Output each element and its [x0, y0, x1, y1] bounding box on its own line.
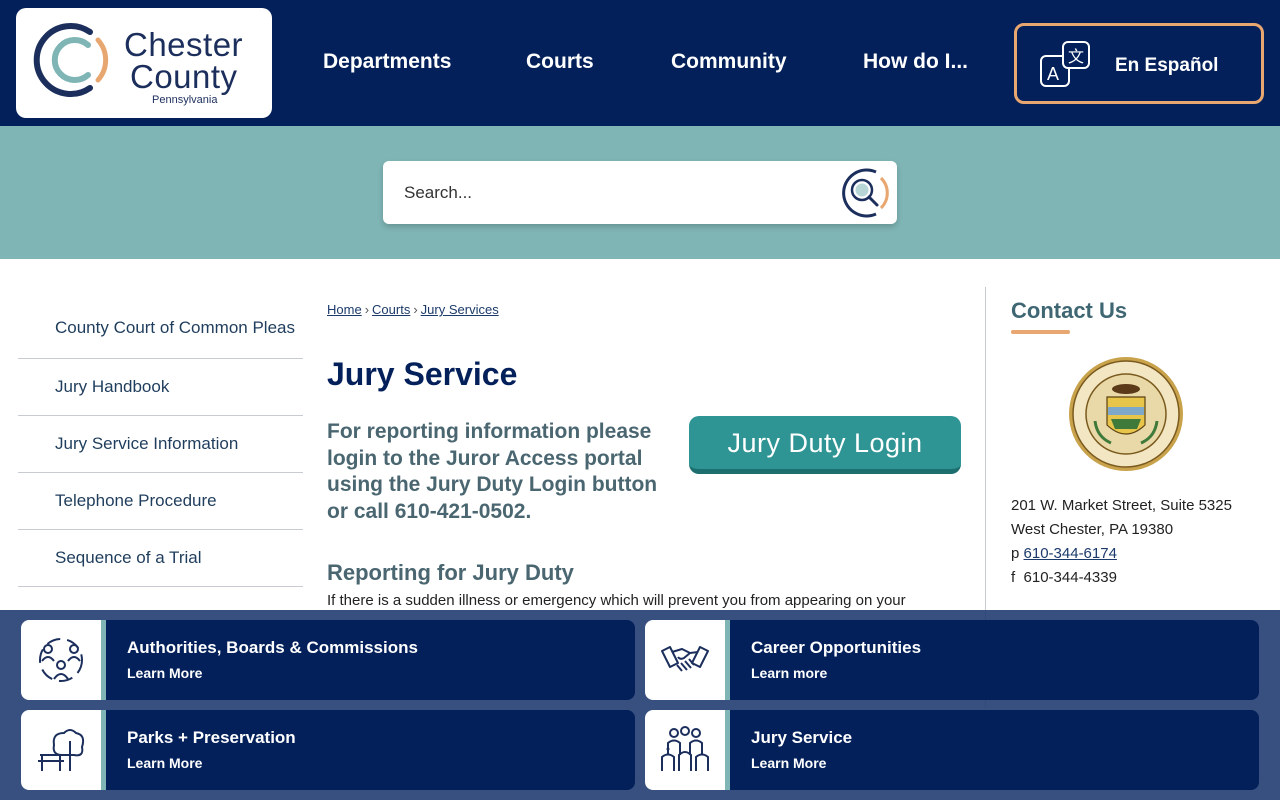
card-accent — [101, 620, 106, 700]
phone-link[interactable]: 610-344-6174 — [1024, 545, 1117, 562]
fax-line: f 610-344-4339 — [1011, 566, 1241, 590]
intro-text: For reporting information please login t… — [327, 420, 658, 523]
logo-text-chester: Chester — [124, 26, 244, 63]
translate-icon: A 文 — [1040, 41, 1090, 87]
quick-link-learn-more[interactable]: Learn more — [751, 665, 827, 681]
breadcrumb: Home › Courts › Jury Services — [327, 302, 499, 317]
county-seal-icon — [1067, 355, 1185, 478]
section-text: If there is a sudden illness or emergenc… — [327, 592, 906, 609]
nav-courts[interactable]: Courts — [526, 50, 594, 74]
quick-link-title: Parks + Preservation — [127, 728, 296, 747]
site-header: Chester County Pennsylvania Departments … — [0, 0, 1280, 126]
quick-link-icon-box — [645, 710, 725, 790]
sidebar-item-telephone-procedure[interactable]: Telephone Procedure — [18, 473, 303, 530]
quick-links-bar: Authorities, Boards & Commissions Learn … — [0, 610, 1280, 800]
quick-link-title: Career Opportunities — [751, 638, 922, 657]
search-icon — [842, 168, 889, 218]
search-box — [383, 161, 897, 224]
chester-county-logo[interactable]: Chester County Pennsylvania — [16, 8, 272, 118]
page-title: Jury Service — [327, 356, 518, 392]
breadcrumb-jury-services[interactable]: Jury Services — [421, 302, 499, 317]
quick-link-title: Jury Service — [751, 728, 853, 747]
breadcrumb-home[interactable]: Home — [327, 302, 362, 317]
breadcrumb-separator: › — [413, 302, 418, 317]
nav-community[interactable]: Community — [671, 50, 787, 74]
quick-link-jury-service[interactable]: Jury Service Learn More — [645, 710, 1259, 790]
jury-people-icon — [661, 726, 709, 771]
sidebar-nav: County Court of Common Pleas Jury Handbo… — [18, 300, 303, 587]
logo-text-pennsylvania: Pennsylvania — [152, 94, 218, 106]
quick-link-title: Authorities, Boards & Commissions — [127, 638, 418, 657]
espanol-button[interactable]: A 文 En Español — [1014, 23, 1264, 104]
svg-text:文: 文 — [1068, 47, 1084, 66]
quick-link-icon-box — [21, 710, 101, 790]
contact-address: 201 W. Market Street, Suite 5325 West Ch… — [1011, 494, 1241, 590]
park-bench-tree-icon — [38, 729, 85, 771]
phone-line: p 610-344-6174 — [1011, 542, 1241, 566]
fax-number: 610-344-4339 — [1023, 569, 1117, 586]
handshake-icon — [661, 646, 709, 672]
card-accent — [725, 710, 730, 790]
breadcrumb-courts[interactable]: Courts — [372, 302, 410, 317]
search-button[interactable] — [838, 166, 892, 220]
quick-link-career[interactable]: Career Opportunities Learn more — [645, 620, 1259, 700]
quick-link-learn-more[interactable]: Learn More — [127, 665, 202, 681]
jury-duty-login-button[interactable]: Jury Duty Login — [689, 416, 961, 474]
card-accent — [725, 620, 730, 700]
quick-link-icon-box — [645, 620, 725, 700]
address-line-1: 201 W. Market Street, Suite 5325 — [1011, 497, 1232, 514]
quick-link-authorities[interactable]: Authorities, Boards & Commissions Learn … — [21, 620, 635, 700]
logo-text-county: County — [130, 58, 238, 95]
contact-heading-underline — [1011, 330, 1070, 334]
people-group-icon — [39, 638, 83, 682]
sidebar-item-court-of-common-pleas[interactable]: County Court of Common Pleas — [18, 300, 303, 359]
address-line-2: West Chester, PA 19380 — [1011, 521, 1174, 538]
espanol-label: En Español — [1115, 55, 1219, 76]
contact-heading: Contact Us — [1011, 298, 1128, 323]
quick-link-parks[interactable]: Parks + Preservation Learn More — [21, 710, 635, 790]
fax-prefix: f — [1011, 569, 1016, 586]
quick-link-learn-more[interactable]: Learn More — [127, 755, 202, 771]
svg-text:A: A — [1047, 64, 1059, 84]
search-input[interactable] — [383, 161, 823, 224]
logo-mark-icon — [33, 23, 109, 97]
card-accent — [101, 710, 106, 790]
sidebar-item-sequence-of-a-trial[interactable]: Sequence of a Trial — [18, 530, 303, 587]
nav-departments[interactable]: Departments — [323, 50, 451, 74]
sidebar-item-jury-service-information[interactable]: Jury Service Information — [18, 416, 303, 473]
phone-prefix: p — [1011, 545, 1020, 562]
nav-how-do-i[interactable]: How do I... — [863, 50, 968, 74]
breadcrumb-separator: › — [364, 302, 370, 317]
quick-link-learn-more[interactable]: Learn More — [751, 755, 826, 771]
section-heading: Reporting for Jury Duty — [327, 560, 574, 585]
quick-link-icon-box — [21, 620, 101, 700]
sidebar-item-jury-handbook[interactable]: Jury Handbook — [18, 359, 303, 416]
